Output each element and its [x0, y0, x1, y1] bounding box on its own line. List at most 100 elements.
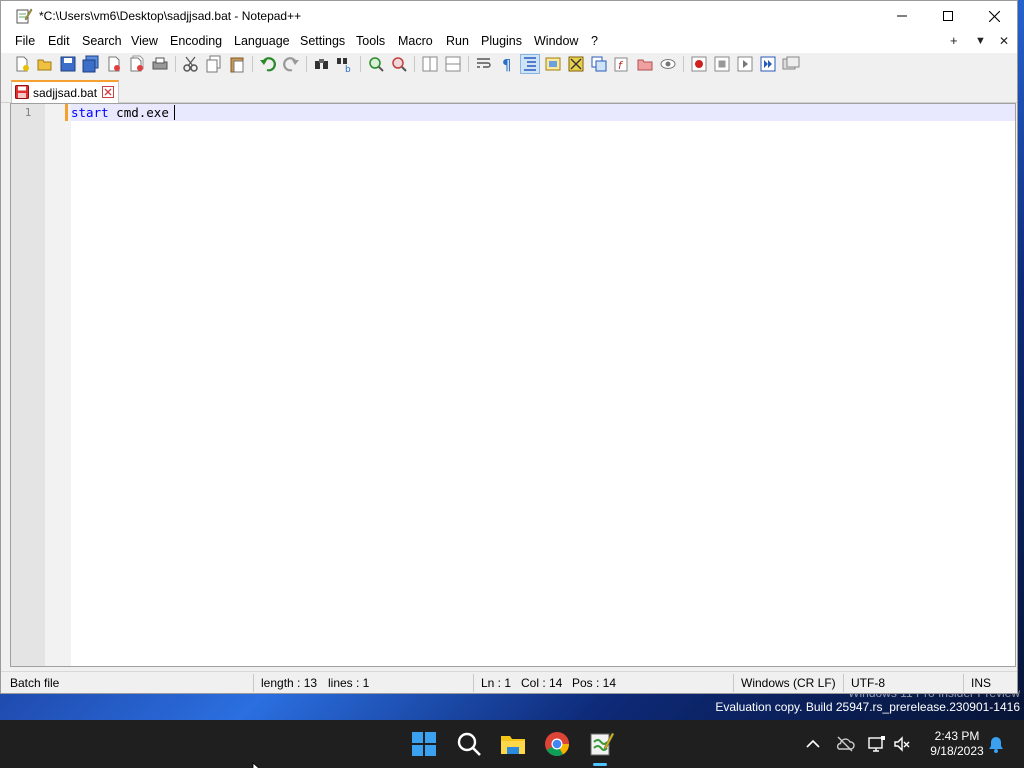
status-lines: lines : 1	[328, 676, 370, 690]
status-file-type: Batch file	[10, 676, 60, 690]
toolbar: b ¶ f	[1, 53, 1017, 75]
taskbar: 2:43 PM 9/18/2023	[0, 720, 1024, 768]
save-icon[interactable]	[59, 55, 77, 73]
status-column: Col : 14	[521, 676, 563, 690]
menu-edit[interactable]: Edit	[48, 34, 70, 48]
windows-start-icon[interactable]	[410, 730, 438, 758]
tab-list-dropdown-button[interactable]: ▼	[975, 35, 986, 47]
replace-icon[interactable]: b	[336, 55, 354, 73]
svg-text:¶: ¶	[502, 56, 512, 73]
menu-window[interactable]: Window	[534, 34, 578, 48]
tab-close-icon[interactable]	[102, 86, 114, 98]
menu-plugins[interactable]: Plugins	[481, 34, 522, 48]
zoom-out-icon[interactable]	[390, 55, 408, 73]
doc-map-icon[interactable]	[567, 55, 585, 73]
stop-macro-icon[interactable]	[713, 55, 731, 73]
menu-macro[interactable]: Macro	[398, 34, 433, 48]
system-clock[interactable]: 2:43 PM 9/18/2023	[918, 729, 996, 759]
onedrive-cloud-icon[interactable]	[835, 734, 855, 754]
status-encoding[interactable]: UTF-8	[851, 676, 885, 690]
menu-settings[interactable]: Settings	[300, 34, 345, 48]
menu-bar: File Edit Search View Encoding Language …	[1, 31, 1017, 53]
sync-vertical-icon[interactable]	[421, 55, 439, 73]
unsaved-file-icon	[15, 85, 29, 99]
current-line-highlight	[71, 104, 1015, 121]
chevron-up-icon[interactable]	[803, 734, 823, 754]
network-icon[interactable]	[867, 734, 887, 754]
code-text: cmd.exe	[108, 105, 169, 120]
zoom-in-icon[interactable]	[367, 55, 385, 73]
word-wrap-icon[interactable]	[475, 55, 493, 73]
notification-bell-icon[interactable]	[986, 734, 1006, 754]
function-list-icon[interactable]	[590, 55, 608, 73]
minimize-icon	[897, 15, 907, 17]
play-macro-icon[interactable]	[736, 55, 754, 73]
monitoring-icon[interactable]	[659, 55, 677, 73]
status-line: Ln : 1	[481, 676, 512, 690]
close-all-icon[interactable]	[128, 55, 146, 73]
close-icon	[988, 10, 1000, 22]
maximize-button[interactable]	[925, 1, 971, 31]
minimize-button[interactable]	[879, 1, 925, 31]
tab-bar: sadjjsad.bat	[1, 77, 1017, 103]
menu-tools[interactable]: Tools	[356, 34, 385, 48]
window-title: *C:\Users\vm6\Desktop\sadjjsad.bat - Not…	[39, 9, 302, 23]
clock-time: 2:43 PM	[934, 729, 980, 743]
code-line-1[interactable]: start cmd.exe	[71, 105, 169, 120]
menu-language[interactable]: Language	[234, 34, 290, 48]
notepadpp-taskbar-icon[interactable]	[587, 730, 615, 758]
new-tab-plus-button[interactable]: +	[950, 33, 958, 48]
new-file-icon[interactable]	[13, 55, 31, 73]
menu-encoding[interactable]: Encoding	[170, 34, 222, 48]
print-icon[interactable]	[151, 55, 169, 73]
svg-text:b: b	[345, 65, 351, 73]
undo-icon[interactable]	[259, 55, 277, 73]
close-window-button[interactable]	[971, 1, 1017, 31]
mouse-pointer-icon	[252, 762, 260, 768]
tab-sadjjsad-bat[interactable]: sadjjsad.bat	[11, 80, 119, 103]
open-file-icon[interactable]	[36, 55, 54, 73]
menu-search[interactable]: Search	[82, 34, 122, 48]
save-all-icon[interactable]	[82, 55, 100, 73]
text-editor[interactable]: 1 start cmd.exe	[10, 103, 1016, 667]
menu-help[interactable]: ?	[591, 34, 598, 48]
active-app-indicator	[593, 763, 607, 766]
file-explorer-icon[interactable]	[499, 730, 527, 758]
user-lang-icon[interactable]	[544, 55, 562, 73]
change-history-marker	[65, 104, 68, 121]
status-bar: Batch file length : 13 lines : 1 Ln : 1 …	[1, 671, 1017, 693]
copy-icon[interactable]	[205, 55, 223, 73]
line-number: 1	[24, 106, 32, 119]
find-icon[interactable]	[313, 55, 331, 73]
fold-margin	[45, 104, 71, 666]
title-bar[interactable]: *C:\Users\vm6\Desktop\sadjjsad.bat - Not…	[1, 1, 1017, 31]
keyword-token: start	[71, 105, 109, 120]
close-document-button[interactable]: ✕	[999, 34, 1009, 48]
record-macro-icon[interactable]	[690, 55, 708, 73]
status-length: length : 13	[261, 676, 318, 690]
volume-muted-icon[interactable]	[892, 734, 912, 754]
status-insert-mode[interactable]: INS	[971, 676, 991, 690]
paste-icon[interactable]	[228, 55, 246, 73]
clock-date: 9/18/2023	[930, 744, 984, 758]
redo-icon[interactable]	[282, 55, 300, 73]
sync-horizontal-icon[interactable]	[444, 55, 462, 73]
status-eol[interactable]: Windows (CR LF)	[741, 676, 836, 690]
menu-run[interactable]: Run	[446, 34, 469, 48]
menu-file[interactable]: File	[15, 34, 35, 48]
doc-list-icon[interactable]	[636, 55, 654, 73]
save-macro-icon[interactable]	[782, 55, 800, 73]
search-icon[interactable]	[455, 730, 483, 758]
line-number-gutter: 1	[11, 104, 45, 666]
menu-view[interactable]: View	[131, 34, 158, 48]
run-macro-multiple-icon[interactable]	[759, 55, 777, 73]
indent-guide-icon[interactable]	[520, 54, 540, 74]
notepadpp-window: *C:\Users\vm6\Desktop\sadjjsad.bat - Not…	[0, 0, 1018, 694]
close-icon[interactable]	[105, 55, 123, 73]
tab-label: sadjjsad.bat	[33, 86, 98, 100]
show-all-chars-icon[interactable]: ¶	[498, 55, 516, 73]
cut-icon[interactable]	[182, 55, 200, 73]
chrome-icon[interactable]	[543, 730, 571, 758]
maximize-icon	[943, 11, 953, 21]
folder-workspace-icon[interactable]: f	[613, 55, 631, 73]
